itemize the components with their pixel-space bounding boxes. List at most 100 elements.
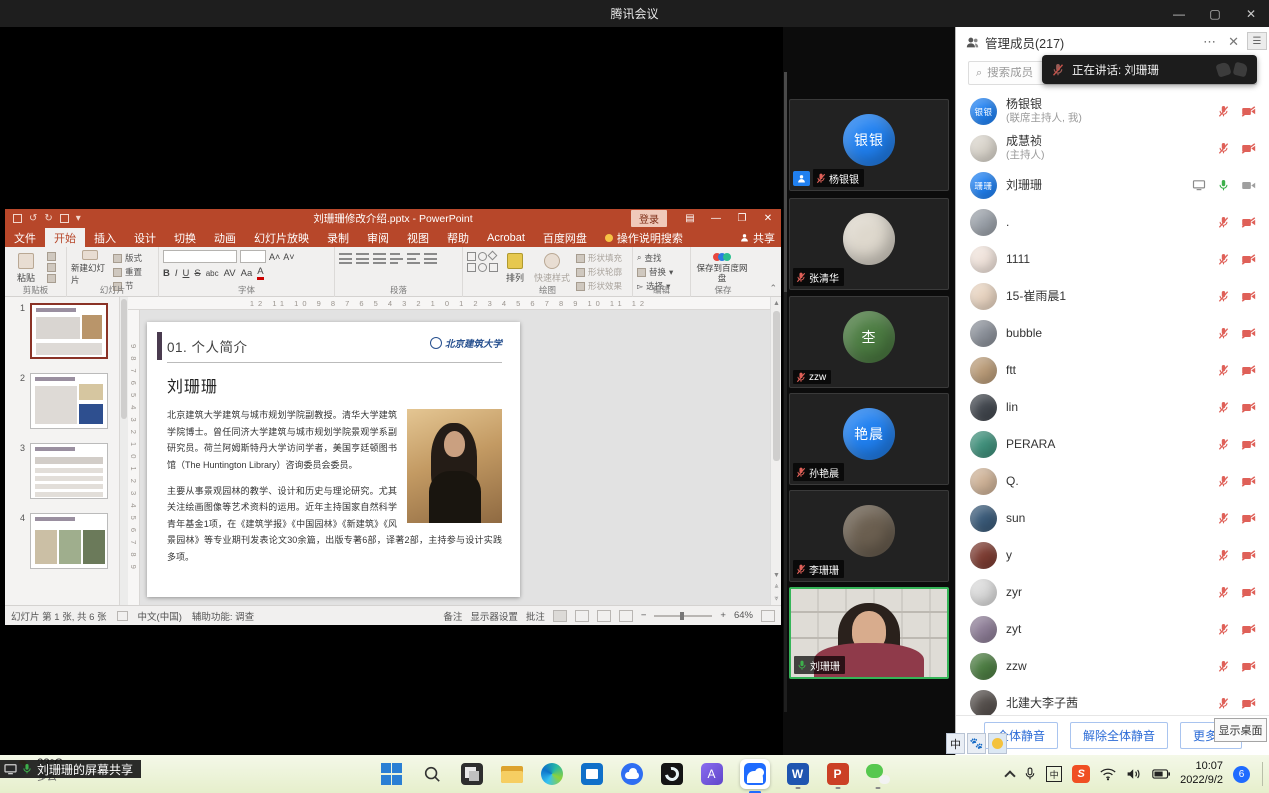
ppt-menu-tab[interactable]: 百度网盘 (534, 228, 596, 247)
sign-in-button[interactable]: 登录 (631, 210, 667, 227)
reset-button[interactable]: 重置 (113, 266, 142, 278)
more-options-icon[interactable]: ⋯ (1203, 34, 1216, 50)
ime-toolbar[interactable]: 中 🐾 (946, 733, 1007, 754)
underline-button[interactable]: U (183, 268, 190, 279)
member-mic-icon[interactable] (1218, 179, 1229, 192)
clock[interactable]: 10:07 2022/9/2 (1180, 760, 1223, 788)
member-camera-icon[interactable] (1241, 291, 1256, 302)
copy-icon[interactable] (47, 263, 56, 272)
collapse-ribbon-icon[interactable]: ⌃ (769, 283, 777, 294)
member-mic-icon[interactable] (1218, 438, 1229, 451)
ppt-menu-tab[interactable]: 帮助 (438, 228, 478, 247)
member-row[interactable]: y (956, 537, 1269, 574)
slide-thumbnail-2[interactable]: 2 (15, 373, 111, 429)
format-painter-icon[interactable] (47, 274, 56, 283)
member-camera-icon[interactable] (1241, 106, 1256, 117)
member-camera-icon[interactable] (1241, 661, 1256, 672)
save-icon[interactable] (13, 214, 22, 223)
ppt-restore-button[interactable]: ❐ (729, 209, 755, 228)
media-app-icon[interactable] (659, 759, 685, 789)
horizontal-ruler[interactable]: 12 11 10 9 8 7 6 5 4 3 2 1 0 1 2 3 4 5 6… (128, 297, 770, 310)
member-mic-icon[interactable] (1218, 290, 1229, 303)
member-row[interactable]: zyt (956, 611, 1269, 648)
ppt-menu-tab[interactable]: 幻灯片放映 (245, 228, 318, 247)
character-spacing-icon[interactable]: AV (224, 268, 236, 279)
ribbon-display-options-icon[interactable]: ▤ (677, 209, 703, 228)
new-slide-button[interactable]: 新建幻灯片 (71, 250, 109, 286)
member-mic-icon[interactable] (1218, 253, 1229, 266)
member-camera-icon[interactable] (1241, 365, 1256, 376)
shape-outline-button[interactable]: 形状轮廓 (576, 266, 622, 278)
video-tile[interactable]: 张清华 (789, 198, 949, 290)
change-case-icon[interactable]: Aa (241, 268, 253, 279)
ppt-share-button[interactable]: 共享 (740, 228, 775, 247)
member-row[interactable]: . (956, 204, 1269, 241)
member-camera-icon[interactable] (1241, 254, 1256, 265)
ppt-menu-tab[interactable]: 审阅 (358, 228, 398, 247)
minimize-button[interactable]: — (1161, 0, 1197, 27)
ppt-close-button[interactable]: ✕ (755, 209, 781, 228)
member-camera-icon[interactable] (1241, 439, 1256, 450)
powerpoint-icon[interactable]: P (825, 759, 851, 789)
member-row[interactable]: 成慧祯 (主持人) (956, 130, 1269, 167)
justify-icon[interactable] (424, 250, 437, 264)
member-camera-icon[interactable] (1241, 180, 1256, 191)
font-color-icon[interactable]: A (257, 266, 263, 280)
numbering-icon[interactable] (356, 250, 369, 264)
member-camera-icon[interactable] (1241, 587, 1256, 598)
member-camera-icon[interactable] (1241, 550, 1256, 561)
zoom-level[interactable]: 64% (734, 610, 753, 621)
ppt-menu-tab[interactable]: 视图 (398, 228, 438, 247)
member-row[interactable]: PERARA (956, 426, 1269, 463)
fit-to-window-icon[interactable] (761, 610, 775, 622)
cut-icon[interactable] (47, 252, 56, 261)
member-camera-icon[interactable] (1241, 328, 1256, 339)
member-camera-icon[interactable] (1241, 143, 1256, 154)
unmute-all-button[interactable]: 解除全体静音 (1070, 722, 1168, 749)
ppt-menu-tab[interactable]: Acrobat (478, 228, 534, 247)
clear-format-icon[interactable]: abc (206, 269, 219, 278)
member-row[interactable]: 1111 (956, 241, 1269, 278)
tencent-meeting-icon[interactable] (739, 759, 771, 789)
toast-mic-muted-icon[interactable] (1052, 63, 1064, 77)
member-camera-icon[interactable] (1241, 217, 1256, 228)
ime-language-chip[interactable]: 中 (946, 733, 965, 754)
ime-menu-icon[interactable]: 🐾 (967, 733, 986, 754)
member-mic-icon[interactable] (1218, 512, 1229, 525)
arrange-button[interactable]: 排列 (502, 250, 528, 286)
grow-font-icon[interactable]: A˄ (269, 252, 280, 262)
microsoft-store-icon[interactable] (579, 759, 605, 789)
member-row[interactable]: bubble (956, 315, 1269, 352)
qat-dropdown-icon[interactable]: ▾ (76, 213, 81, 224)
member-camera-icon[interactable] (1241, 402, 1256, 413)
volume-icon[interactable] (1126, 767, 1142, 781)
ppt-menu-tab[interactable]: 切换 (165, 228, 205, 247)
hamburger-icon[interactable]: ☰ (1247, 32, 1267, 50)
indent-icon[interactable] (373, 250, 386, 264)
ime-mode-icon[interactable]: 中 (1046, 766, 1062, 782)
display-settings-button[interactable]: 显示器设置 (470, 609, 518, 623)
undo-icon[interactable]: ↺ (29, 213, 37, 224)
zoom-out-icon[interactable]: − (641, 610, 647, 621)
word-icon[interactable]: W (785, 759, 811, 789)
replace-button[interactable]: 替换 ▾ (637, 266, 673, 278)
quick-styles-button[interactable]: 快速样式 (532, 250, 572, 286)
member-mic-icon[interactable] (1218, 105, 1229, 118)
video-tile[interactable]: 李珊珊 (789, 490, 949, 582)
member-camera-icon[interactable] (1241, 698, 1256, 709)
member-camera-icon[interactable] (1241, 513, 1256, 524)
comments-button[interactable]: 批注 (526, 609, 545, 623)
member-mic-icon[interactable] (1218, 475, 1229, 488)
strikethrough-button[interactable]: S (194, 268, 200, 279)
slide-thumbnail-1[interactable]: 1 (15, 303, 111, 359)
member-row[interactable]: 北建大李子茜 (956, 685, 1269, 715)
member-row[interactable]: zyr (956, 574, 1269, 611)
shrink-font-icon[interactable]: A˅ (283, 252, 294, 262)
vertical-ruler[interactable]: 9 8 7 6 5 4 3 2 1 0 1 2 3 4 5 6 7 8 9 (128, 310, 140, 605)
video-tile[interactable]: 杢 zzw (789, 296, 949, 388)
video-tile[interactable]: 艳晨 孙艳晨 (789, 393, 949, 485)
member-mic-icon[interactable] (1218, 586, 1229, 599)
slide-thumbnail-4[interactable]: 4 (15, 513, 111, 569)
slide-thumbnail-3[interactable]: 3 (15, 443, 111, 499)
ime-skin-icon[interactable] (988, 733, 1007, 754)
